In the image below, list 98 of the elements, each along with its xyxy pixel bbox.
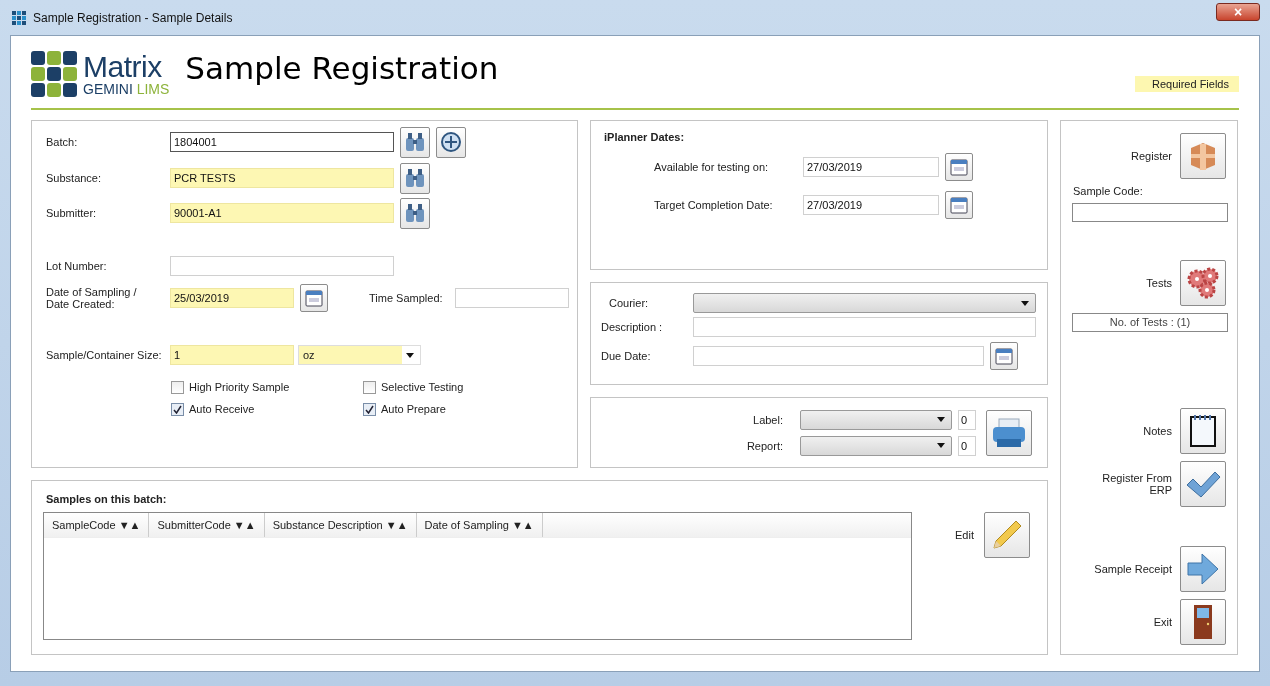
print-dropdown[interactable] [800,409,952,430]
check-icon [365,404,374,414]
lot-number-field[interactable] [170,256,394,276]
field-label: Substance: [46,172,103,184]
field-label: Time Sampled: [369,292,443,304]
size-field[interactable]: 1 [170,345,294,365]
calendar-button[interactable] [945,191,973,219]
courier-dropdown[interactable] [693,293,1036,313]
copies-field[interactable]: 0 [958,435,976,456]
column-header[interactable]: Date of Sampling ▼▲ [416,513,543,537]
field-label: Description : [601,321,664,333]
checkbox[interactable] [171,380,184,394]
unit-dropdown[interactable]: oz [298,345,421,365]
receipt-button[interactable] [1180,546,1226,592]
required-fields-legend: Required Fields [1134,76,1239,92]
field-label: Courier: [608,297,650,309]
binoculars-icon [404,202,426,224]
button-label: Register From ERP [1101,472,1172,496]
dropdown-caret-icon [1021,300,1029,306]
dropdown-caret-icon [406,352,414,358]
time-field[interactable] [454,288,569,308]
logo-wordmark: Matrix [83,52,163,82]
tests-button[interactable] [1180,260,1226,306]
column-header[interactable]: SampleCode ▼▲ [44,513,150,537]
add-button[interactable] [436,126,466,158]
calendar-icon [949,195,969,215]
calendar-icon [994,346,1014,366]
search-button[interactable] [400,162,430,194]
edit-button[interactable] [983,512,1030,558]
sample-code-field[interactable] [1072,203,1228,222]
field-label: Target Completion Date: [654,199,774,211]
checkbox-option[interactable]: Auto Prepare [363,401,563,417]
exit-button[interactable] [1180,599,1226,645]
copies-field[interactable]: 0 [958,409,976,430]
checkbox[interactable] [363,402,376,416]
page-title: Sample Registration [185,50,499,86]
calendar-button[interactable] [300,284,328,312]
submitter-field[interactable]: 90001-A1 [170,203,394,223]
dropdown-caret-icon [937,443,945,448]
checkmark-icon [1185,469,1221,499]
field-label: Due Date: [601,350,652,362]
logo-icon [31,51,77,97]
print-dropdown[interactable] [800,435,952,456]
app-icon [12,10,26,25]
plus-icon [440,131,462,153]
register-button[interactable] [1180,133,1226,179]
gears-icon [1186,266,1220,300]
button-label: Tests [1146,277,1172,289]
column-header[interactable]: Substance Description ▼▲ [264,513,417,537]
substance-field[interactable]: PCR TESTS [170,168,394,188]
check-icon [173,404,182,414]
arrow-icon [1186,552,1220,586]
binoculars-icon [404,131,426,153]
calendar-button[interactable] [945,153,973,181]
button-label: Notes [1143,425,1172,437]
checkbox[interactable] [363,380,376,394]
binoculars-icon [404,167,426,189]
button-label: Edit [955,529,974,541]
section-title: Samples on this batch: [46,493,168,505]
field-label: Report: [745,439,783,452]
checkbox-option[interactable]: High Priority Sample [171,379,363,395]
logo-subtitle: GEMINI LIMS [83,82,170,96]
field-label: Sample Code: [1072,185,1144,197]
section-title: iPlanner Dates: [604,131,686,143]
notes-button[interactable] [1180,408,1226,454]
printer-icon [991,416,1027,449]
field-label: Date of Sampling / Date Created: [46,286,138,310]
field-label: Batch: [46,136,79,148]
field-label: Available for testing on: [654,161,770,173]
date-field[interactable]: 27/03/2019 [803,157,939,177]
description-field[interactable] [693,317,1036,337]
checkbox[interactable] [171,402,184,416]
search-button[interactable] [400,197,430,229]
field-label: Lot Number: [46,260,108,272]
search-button[interactable] [400,126,430,158]
test-count: No. of Tests : (1) [1072,313,1228,332]
button-label: Exit [1153,616,1172,628]
door-icon [1192,604,1214,640]
checkbox-option[interactable]: Selective Testing [363,379,563,395]
field-label: Submitter: [46,207,98,219]
erp-button[interactable] [1180,461,1226,507]
batch-field[interactable]: 1804001 [170,132,394,152]
notepad-icon [1189,414,1217,448]
calendar-icon [304,288,324,308]
button-label: Sample Receipt [1094,563,1172,575]
date-field[interactable]: 27/03/2019 [803,195,939,215]
due-date-field[interactable] [693,346,984,366]
dropdown-caret-icon [937,417,945,422]
calendar-button[interactable] [990,342,1018,370]
calendar-icon [949,157,969,177]
print-button[interactable] [986,409,1032,456]
window-title: Sample Registration - Sample Details [33,10,233,25]
checkbox-option[interactable]: Auto Receive [171,401,363,417]
date-field[interactable]: 25/03/2019 [170,288,294,308]
field-label: Label: [752,413,783,426]
field-label: Sample/Container Size: [46,349,163,361]
column-header[interactable]: SubmitterCode ▼▲ [149,513,265,537]
button-label: Register [1131,150,1172,162]
